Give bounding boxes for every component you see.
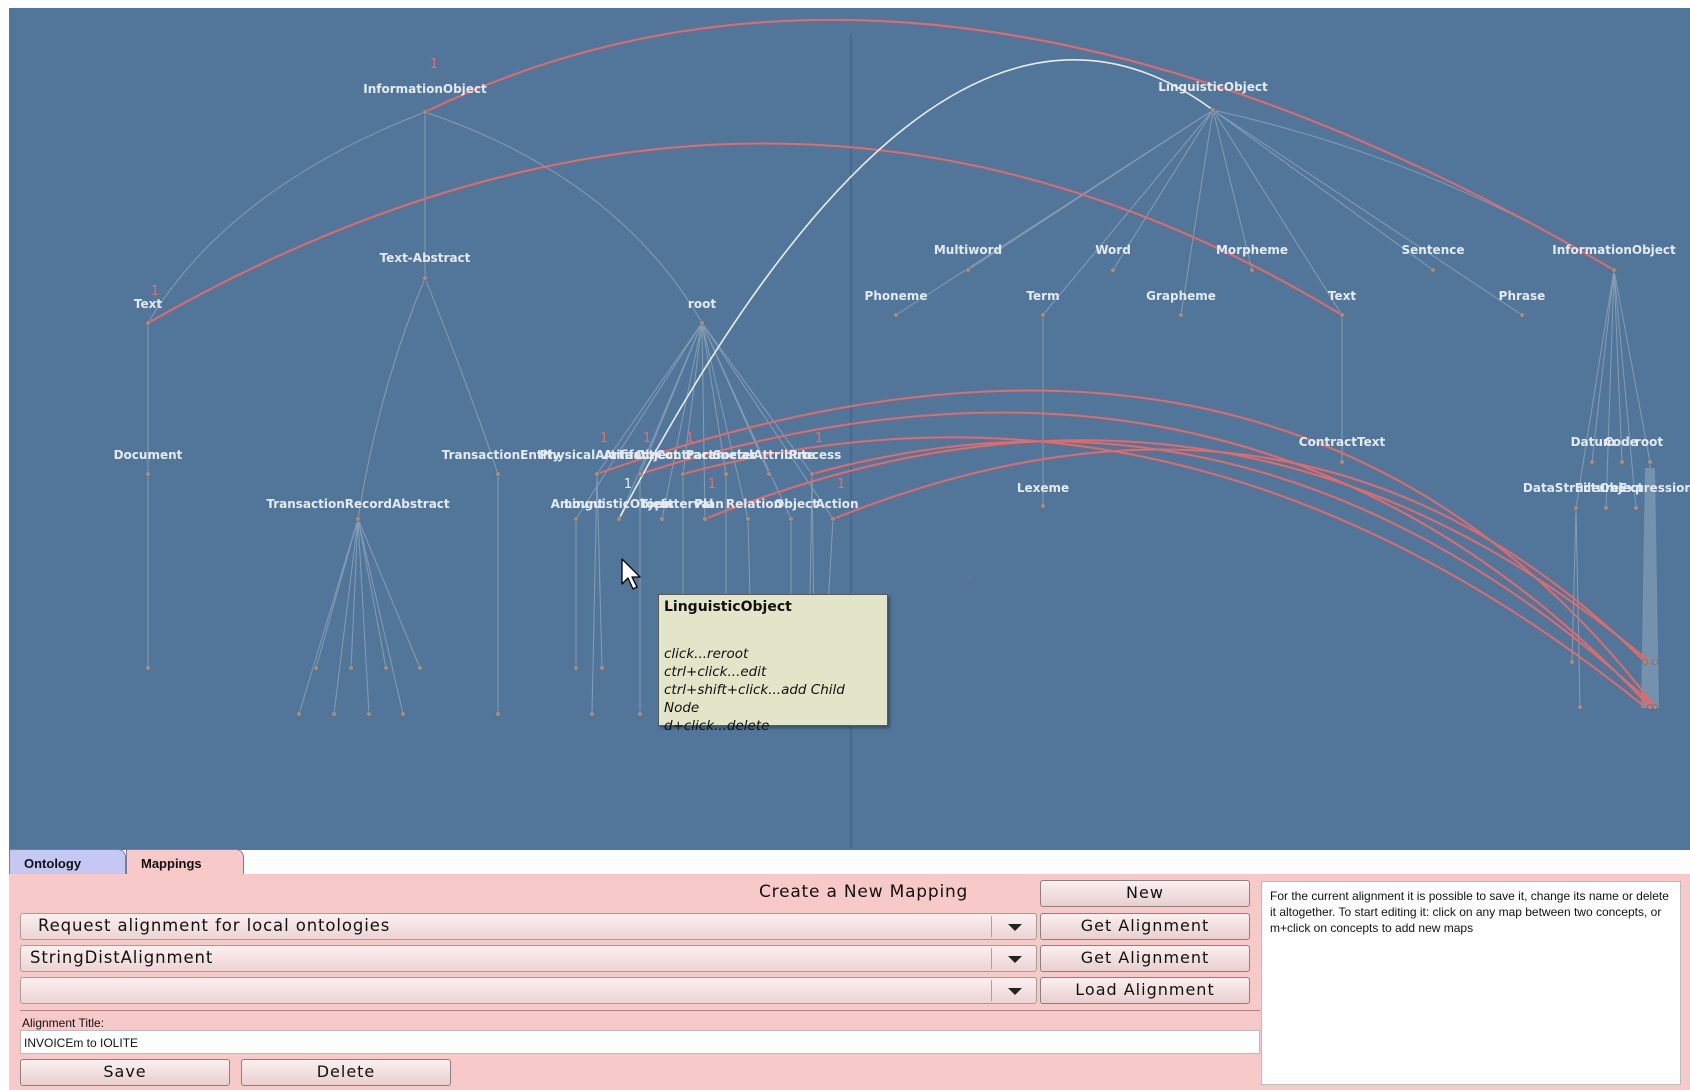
node-label[interactable]: Morpheme bbox=[1216, 243, 1288, 257]
node-label[interactable]: Code bbox=[1604, 435, 1638, 449]
node-tooltip: LinguisticObject click...reroot ctrl+cli… bbox=[658, 594, 888, 734]
get-alignment-button[interactable]: Get Alignment bbox=[1040, 913, 1250, 940]
mapping-count: 1 bbox=[643, 431, 651, 446]
mapping-count: 1 bbox=[837, 477, 845, 492]
node-label[interactable]: InformationObject bbox=[363, 82, 487, 96]
node-label[interactable]: Action bbox=[815, 497, 858, 511]
node-label[interactable]: Text bbox=[134, 297, 162, 311]
node-label[interactable]: Phoneme bbox=[865, 289, 928, 303]
mapping-count: 1 bbox=[686, 431, 694, 446]
right-tree-edges bbox=[895, 109, 1659, 708]
tooltip-hint-edit: ctrl+click...edit bbox=[664, 664, 767, 680]
select-value: StringDistAlignment bbox=[30, 948, 214, 967]
tab-ontology[interactable]: Ontology bbox=[9, 849, 126, 875]
mapping-count: 1 bbox=[815, 431, 823, 446]
right-ontology-labels[interactable]: LinguisticObject Multiword Word Morpheme… bbox=[865, 80, 1690, 495]
node-label[interactable]: Phrase bbox=[1499, 289, 1546, 303]
delete-button[interactable]: Delete bbox=[241, 1059, 451, 1086]
node-label[interactable]: Word bbox=[1095, 243, 1131, 257]
mapping-count: 1 bbox=[708, 477, 716, 492]
ontology-graph-canvas[interactable]: InformationObject Text-Abstract Text roo… bbox=[9, 8, 1690, 850]
mapping-count: 1 bbox=[430, 57, 438, 72]
tab-bar: Ontology Mappings bbox=[9, 849, 1690, 875]
tab-mappings[interactable]: Mappings bbox=[126, 849, 244, 875]
node-label[interactable]: Plan bbox=[694, 497, 724, 511]
node-label[interactable]: Sentence bbox=[1402, 243, 1465, 257]
alignment-title-label: Alignment Title: bbox=[22, 1016, 105, 1030]
mouse-cursor-icon bbox=[621, 558, 641, 590]
node-label[interactable]: Process bbox=[789, 448, 842, 462]
mapping-count: 1 bbox=[624, 477, 632, 492]
node-label[interactable]: InformationObject bbox=[1552, 243, 1676, 257]
node-label[interactable]: Object bbox=[774, 497, 818, 511]
node-label[interactable]: Expression bbox=[1619, 481, 1690, 495]
save-button[interactable]: Save bbox=[20, 1059, 230, 1086]
node-label[interactable]: Text-Abstract bbox=[380, 251, 471, 265]
saved-alignment-select[interactable] bbox=[20, 977, 1037, 1004]
node-label[interactable]: root bbox=[688, 297, 716, 311]
chevron-down-icon[interactable] bbox=[1008, 988, 1022, 995]
mappings-panel: Create a New Mapping New Request alignme… bbox=[9, 874, 1690, 1090]
mapping-count: 1 bbox=[151, 284, 159, 299]
node-label[interactable]: Grapheme bbox=[1146, 289, 1216, 303]
node-label[interactable]: root bbox=[1635, 435, 1663, 449]
alignment-request-select[interactable]: Request alignment for local ontologies bbox=[20, 913, 1037, 940]
node-label[interactable]: TransactionRecordAbstract bbox=[266, 497, 450, 511]
get-alignment-button-2[interactable]: Get Alignment bbox=[1040, 945, 1250, 972]
alignment-method-select[interactable]: StringDistAlignment bbox=[20, 945, 1037, 972]
create-mapping-label: Create a New Mapping bbox=[759, 882, 969, 902]
node-label[interactable]: LinguisticObject bbox=[1158, 80, 1268, 94]
mapping-counts: 1 1 1 1 1 1 1 1 1 bbox=[151, 57, 845, 492]
node-label[interactable]: ContractText bbox=[1299, 435, 1386, 449]
tooltip-hint-delete: d+click...delete bbox=[664, 718, 770, 734]
alignment-title-input[interactable]: INVOICEm to IOLITE bbox=[20, 1030, 1260, 1054]
node-label[interactable]: Term bbox=[1026, 289, 1059, 303]
node-label[interactable]: Text bbox=[1328, 289, 1356, 303]
node-label[interactable]: Document bbox=[114, 448, 183, 462]
select-value: Request alignment for local ontologies bbox=[38, 916, 391, 935]
mapping-count: 1 bbox=[600, 431, 608, 446]
divider bbox=[20, 1010, 1260, 1011]
chevron-down-icon[interactable] bbox=[1008, 956, 1022, 963]
chevron-down-icon[interactable] bbox=[1008, 924, 1022, 931]
node-label[interactable]: Multiword bbox=[934, 243, 1002, 257]
node-label[interactable]: Lexeme bbox=[1017, 481, 1069, 495]
load-alignment-button[interactable]: Load Alignment bbox=[1040, 977, 1250, 1004]
help-text-box: For the current alignment it is possible… bbox=[1261, 881, 1681, 1085]
tooltip-title: LinguisticObject bbox=[664, 599, 792, 615]
left-ontology-labels[interactable]: InformationObject Text-Abstract Text roo… bbox=[114, 82, 859, 511]
new-mapping-button[interactable]: New bbox=[1040, 880, 1250, 907]
tooltip-hint-add-child: ctrl+shift+click...add Child Node bbox=[664, 682, 845, 716]
graph-nodes[interactable] bbox=[145, 107, 1658, 717]
tooltip-hint-reroot: click...reroot bbox=[664, 646, 749, 662]
